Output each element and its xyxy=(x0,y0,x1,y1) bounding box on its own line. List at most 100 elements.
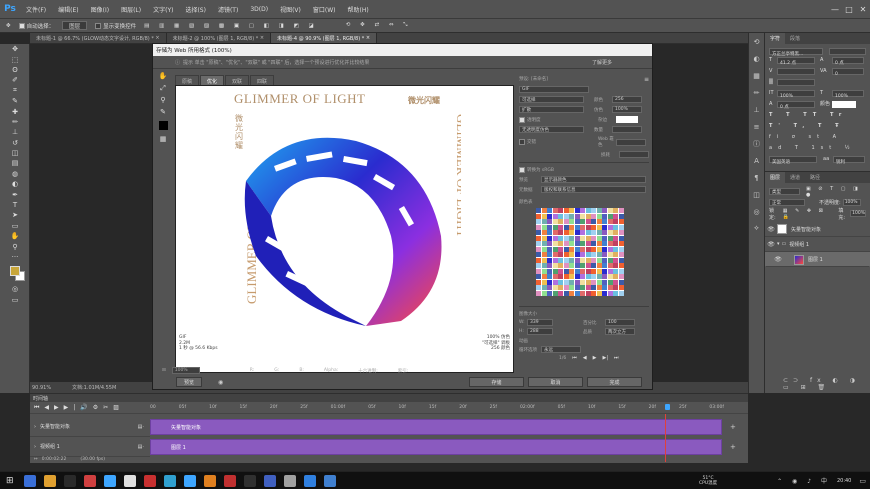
color-table-swatch[interactable] xyxy=(613,268,619,274)
history-brush-icon[interactable]: ↺ xyxy=(0,138,30,148)
color-table-swatch[interactable] xyxy=(613,241,619,247)
color-table-swatch[interactable] xyxy=(602,235,608,241)
blend-mode-select[interactable]: 正常 xyxy=(769,199,805,206)
menu-item[interactable]: 文字(Y) xyxy=(147,5,179,14)
chevron-right-icon[interactable]: › xyxy=(34,424,36,430)
color-table-swatch[interactable] xyxy=(613,257,619,263)
color-table-swatch[interactable] xyxy=(607,224,613,230)
color-table-swatch[interactable] xyxy=(569,263,575,269)
render-icon[interactable]: ↦ xyxy=(34,457,38,462)
color-table-swatch[interactable] xyxy=(580,290,586,296)
last-frame-icon[interactable]: ⏭ xyxy=(614,355,619,361)
web-snap-input[interactable] xyxy=(616,138,646,146)
color-table-swatch[interactable] xyxy=(558,224,564,230)
healing-tool-icon[interactable]: ✚ xyxy=(0,106,30,116)
color-table-swatch[interactable] xyxy=(596,224,602,230)
color-table-swatch[interactable] xyxy=(563,279,569,285)
width-input[interactable]: 339 xyxy=(527,319,553,326)
taskbar-app-icon[interactable] xyxy=(103,474,116,487)
color-table-swatch[interactable] xyxy=(574,230,580,236)
close-button[interactable]: ✕ xyxy=(856,0,870,19)
paths-icon[interactable]: ⟡ xyxy=(749,220,764,237)
color-table-swatch[interactable] xyxy=(585,285,591,291)
color-table-swatch[interactable] xyxy=(552,208,558,214)
filter-kind-select[interactable]: 类型 xyxy=(769,188,800,195)
temperature-widget[interactable]: 51°C CPU温度 xyxy=(699,476,717,486)
slice-select-icon[interactable]: ⤢ xyxy=(156,82,170,94)
color-table-swatch[interactable] xyxy=(580,235,586,241)
preview-mode-select[interactable]: 显示器颜色 xyxy=(541,176,646,183)
color-table-swatch[interactable] xyxy=(602,263,608,269)
layer-row-selected[interactable]: 👁 图层 1 xyxy=(765,252,870,267)
quick-mask-icon[interactable]: ◎ xyxy=(0,284,30,294)
color-table-swatch[interactable] xyxy=(618,224,624,230)
transparency-checkbox[interactable] xyxy=(519,116,525,123)
metadata-select[interactable]: 版权和联系信息 xyxy=(541,186,646,193)
layer-row[interactable]: 👁 矢量智能对象 xyxy=(765,222,870,237)
type-tool-icon[interactable]: T xyxy=(0,200,30,210)
color-table-swatch[interactable] xyxy=(558,252,564,258)
paragraph-icon[interactable]: ¶ xyxy=(749,169,764,186)
cancel-button[interactable]: 取消 xyxy=(528,377,583,387)
color-table-swatch[interactable] xyxy=(569,252,575,258)
color-table-swatch[interactable] xyxy=(552,235,558,241)
settings-icon[interactable]: ⚙ xyxy=(93,404,103,411)
color-table-swatch[interactable] xyxy=(618,235,624,241)
convert-srgb-checkbox[interactable] xyxy=(519,167,525,173)
playhead-line[interactable] xyxy=(665,414,666,462)
info-icon[interactable]: ⓘ xyxy=(749,135,764,152)
color-table-swatch[interactable] xyxy=(607,263,613,269)
color-table-swatch[interactable] xyxy=(558,241,564,247)
show-transform-checkbox[interactable] xyxy=(95,22,102,29)
color-table-swatch[interactable] xyxy=(536,268,542,274)
color-table-swatch[interactable] xyxy=(552,274,558,280)
color-table-swatch[interactable] xyxy=(558,230,564,236)
color-table-swatch[interactable] xyxy=(552,230,558,236)
eraser-tool-icon[interactable]: ◫ xyxy=(0,148,30,158)
color-table-swatch[interactable] xyxy=(607,246,613,252)
tab-layers[interactable]: 图层 xyxy=(765,172,786,183)
color-table-swatch[interactable] xyxy=(596,252,602,258)
timeline-ruler[interactable]: 00 05f 10f 15f 20f 25f 01:00f 05f 10f 15f 20f 25f 02… xyxy=(150,402,748,414)
color-table-swatch[interactable] xyxy=(547,263,553,269)
color-table-swatch[interactable] xyxy=(602,285,608,291)
zoom-tool-icon[interactable]: ⚲ xyxy=(0,241,30,251)
lock-icons[interactable]: ▦ ✎ ✥ ⊠ 🔒 xyxy=(783,208,831,220)
text-color-swatch[interactable] xyxy=(832,101,856,108)
color-table-swatch[interactable] xyxy=(541,252,547,258)
taskbar-app-icon[interactable] xyxy=(143,474,156,487)
opentype-row[interactable]: fi σ st A ad T 1st ½ xyxy=(769,132,866,154)
timeline-clip[interactable]: 图层 1 xyxy=(150,439,722,455)
toggle-slices-icon[interactable]: ▦ xyxy=(156,133,170,145)
dither-input[interactable]: 100% xyxy=(612,106,642,113)
matte-swatch[interactable] xyxy=(616,116,638,123)
color-table-swatch[interactable] xyxy=(541,224,547,230)
menu-item[interactable]: 文件(F) xyxy=(20,5,52,14)
color-table-swatch[interactable] xyxy=(613,263,619,269)
color-table-swatch[interactable] xyxy=(613,230,619,236)
color-table-swatch[interactable] xyxy=(563,235,569,241)
color-table-swatch[interactable] xyxy=(563,241,569,247)
color-table-swatch[interactable] xyxy=(547,268,553,274)
color-table-swatch[interactable] xyxy=(591,290,597,296)
color-table-swatch[interactable] xyxy=(596,235,602,241)
brush-tool-icon[interactable]: ✏ xyxy=(0,117,30,127)
crop-tool-icon[interactable]: ⌗ xyxy=(0,86,30,96)
color-table-swatch[interactable] xyxy=(591,257,597,263)
zoom-readout[interactable]: 90.91% xyxy=(32,385,72,391)
loop-select[interactable]: 永远 xyxy=(541,346,581,353)
color-table-swatch[interactable] xyxy=(580,263,586,269)
color-table-swatch[interactable] xyxy=(591,213,597,219)
minimize-button[interactable]: — xyxy=(828,0,842,19)
color-table-swatch[interactable] xyxy=(607,268,613,274)
color-table-swatch[interactable] xyxy=(569,241,575,247)
color-table-swatch[interactable] xyxy=(563,285,569,291)
color-table-swatch[interactable] xyxy=(558,268,564,274)
color-table-swatch[interactable] xyxy=(580,219,586,225)
color-table-swatch[interactable] xyxy=(574,213,580,219)
color-table-swatch[interactable] xyxy=(618,279,624,285)
font-family-select[interactable]: 方正兰亭特黑... xyxy=(769,48,823,57)
color-table-swatch[interactable] xyxy=(618,252,624,258)
color-table-swatch[interactable] xyxy=(613,235,619,241)
color-table-swatch[interactable] xyxy=(547,241,553,247)
